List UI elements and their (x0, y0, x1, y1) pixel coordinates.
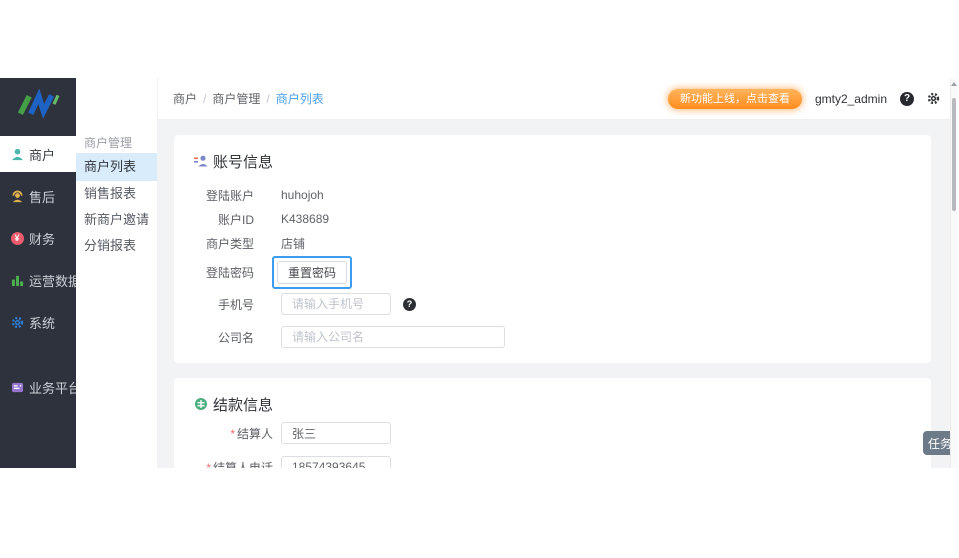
breadcrumb-merchant[interactable]: 商户 (173, 90, 197, 107)
scrollbar-up-arrow-icon[interactable] (951, 82, 957, 86)
app-logo (0, 78, 76, 132)
merchant-type-value: 店铺 (281, 236, 306, 251)
settings-gear-icon[interactable] (927, 92, 940, 105)
settler-row: * 结算人 (184, 421, 931, 445)
account-section-title-row: 账号信息 (174, 135, 931, 171)
sidebar-item-label: 商户 (29, 147, 56, 163)
account-section-title: 账号信息 (213, 153, 274, 171)
logo-icon (17, 89, 60, 119)
settler-input[interactable] (281, 422, 391, 444)
sidebar-item-label: 售后 (29, 189, 56, 205)
sidebar-item-merchant[interactable]: 商户 (0, 136, 76, 172)
settlement-info-card: 结款信息 *结算人 *结算人电话 (174, 378, 931, 468)
system-gear-icon (10, 315, 24, 329)
login-account-label: 登陆账户 (205, 188, 254, 203)
login-account-value: huhojoh (281, 188, 324, 202)
account-id-row: 账户ID K438689 (184, 207, 931, 231)
breadcrumb-merchant-list[interactable]: 商户列表 (276, 90, 324, 107)
breadcrumb: 商户 / 商户管理 / 商户列表 (173, 90, 324, 107)
operations-data-icon (10, 273, 24, 287)
new-feature-notice-badge[interactable]: 新功能上线，点击查看 (667, 88, 802, 109)
settler-label: * 结算人 (230, 426, 273, 441)
submenu-header: 商户管理 (84, 136, 133, 150)
login-password-label: 登陆密码 (205, 265, 254, 280)
sidebar-item-finance[interactable]: ¥ 财务 (0, 220, 76, 256)
scrollbar-thumb[interactable] (952, 98, 956, 211)
reset-password-focus-ring: 重置密码 (272, 255, 353, 289)
help-icon[interactable]: ? (900, 91, 914, 106)
breadcrumb-separator: / (203, 91, 207, 106)
main-content: 账号信息 登陆账户 huhojoh 账户ID K438689 商户类型 店铺 登… (158, 120, 950, 468)
merchant-type-label: 商户类型 (205, 236, 254, 251)
merchant-icon (10, 147, 24, 161)
company-input[interactable] (281, 326, 505, 348)
username[interactable]: gmty2_admin (815, 92, 887, 106)
submenu-item-sales-report[interactable]: 销售报表 (76, 181, 157, 207)
account-info-card: 账号信息 登陆账户 huhojoh 账户ID K438689 商户类型 店铺 登… (174, 135, 931, 363)
account-id-label: 账户ID (217, 212, 254, 227)
required-mark: * (230, 426, 235, 441)
company-row: 公司名 (184, 325, 931, 349)
settler-phone-label: * 结算人电话 (184, 459, 273, 469)
topbar: 商户 / 商户管理 / 商户列表 新功能上线，点击查看 gmty2_admin … (158, 78, 950, 120)
sidebar-item-label: 运营数据 (29, 273, 82, 289)
finance-icon: ¥ (10, 231, 24, 245)
account-info-icon (194, 155, 208, 167)
sidebar-item-system[interactable]: 系统 (0, 304, 76, 340)
breadcrumb-separator: / (266, 91, 270, 106)
phone-help-icon[interactable]: ? (403, 297, 416, 311)
sidebar-item-business-platform[interactable]: 业务平台 (0, 369, 81, 405)
account-form: 登陆账户 huhojoh 账户ID K438689 商户类型 店铺 登陆密码 重… (174, 171, 931, 349)
topbar-right: 新功能上线，点击查看 gmty2_admin ? (667, 88, 940, 109)
required-mark: * (206, 460, 211, 469)
sidebar-item-label: 业务平台 (29, 380, 82, 396)
merchant-type-row: 商户类型 店铺 (184, 231, 931, 255)
settlement-section-title: 结款信息 (213, 396, 274, 414)
submenu-item-new-merchant-invite[interactable]: 新商户邀请 (76, 207, 157, 233)
sidebar-item-label: 财务 (29, 231, 56, 247)
settlement-info-icon (195, 398, 207, 410)
settler-phone-input[interactable] (281, 456, 391, 468)
after-sales-icon (10, 189, 24, 203)
submenu-item-distribution-report[interactable]: 分销报表 (76, 233, 157, 259)
sidebar-item-after-sales[interactable]: 售后 (0, 178, 76, 214)
login-password-row: 登陆密码 重置密码 (184, 255, 931, 289)
account-id-value: K438689 (281, 212, 330, 226)
secondary-sidebar: 商户管理 商户列表 销售报表 新商户邀请 分销报表 (76, 78, 158, 468)
sidebar-item-operations-data[interactable]: 运营数据 (0, 262, 81, 298)
vertical-scrollbar[interactable] (950, 78, 957, 468)
phone-label: 手机号 (217, 297, 254, 312)
settlement-form: *结算人 *结算人电话 (174, 414, 931, 468)
phone-input[interactable] (281, 293, 391, 315)
app-window: 商户 售后 ¥ 财务 运营数据 系统 业务平台 商户管理 商户列表 销售报表 新… (0, 0, 959, 558)
settler-phone-row: * 结算人电话 (184, 455, 931, 468)
login-account-row: 登陆账户 huhojoh (184, 183, 931, 207)
company-label: 公司名 (217, 330, 254, 345)
reset-password-button[interactable]: 重置密码 (277, 260, 348, 284)
business-platform-icon (10, 380, 24, 394)
submenu-item-merchant-list[interactable]: 商户列表 (76, 153, 157, 181)
primary-sidebar: 商户 售后 ¥ 财务 运营数据 系统 业务平台 (0, 78, 81, 468)
breadcrumb-merchant-management[interactable]: 商户管理 (212, 90, 260, 107)
phone-row: 手机号 ? (184, 292, 931, 316)
sidebar-item-label: 系统 (29, 315, 56, 331)
settlement-section-title-row: 结款信息 (174, 378, 931, 414)
